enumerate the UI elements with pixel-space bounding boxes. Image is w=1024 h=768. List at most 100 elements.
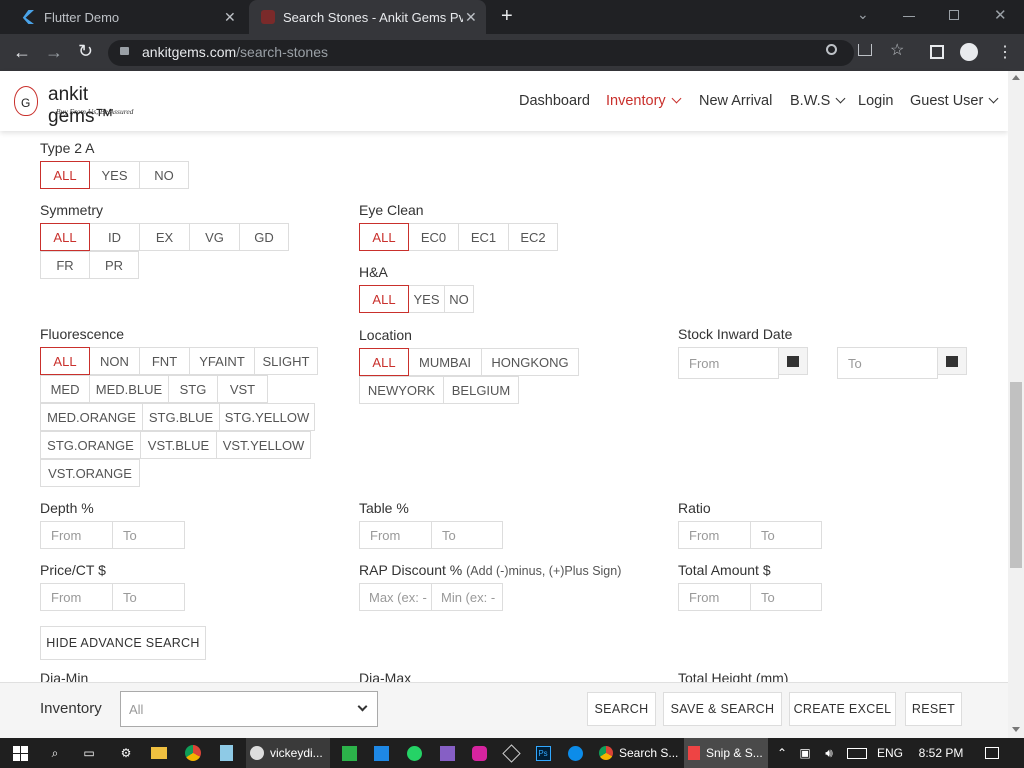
file-explorer-icon[interactable] bbox=[148, 738, 170, 768]
keyboard-icon[interactable] bbox=[845, 738, 869, 768]
total-amount-from-input[interactable]: From bbox=[678, 583, 751, 611]
symmetry-pr-chip[interactable]: PR bbox=[89, 251, 139, 279]
menu-kebab-icon[interactable]: ⋮ bbox=[997, 42, 1013, 62]
fluor-stgyellow-chip[interactable]: STG.YELLOW bbox=[219, 403, 315, 431]
close-icon[interactable]: ✕ bbox=[465, 9, 477, 26]
eye-clean-all-chip[interactable]: ALL bbox=[359, 223, 409, 251]
rap-min-input[interactable]: Min (ex: - bbox=[431, 583, 503, 611]
new-tab-icon[interactable]: + bbox=[501, 5, 513, 28]
nav-new-arrival[interactable]: New Arrival bbox=[699, 93, 772, 109]
spreadsheet-app-icon[interactable] bbox=[338, 738, 360, 768]
location-mumbai-chip[interactable]: MUMBAI bbox=[408, 348, 482, 376]
nav-login[interactable]: Login bbox=[858, 93, 893, 109]
notifications-icon[interactable] bbox=[980, 738, 1004, 768]
scroll-down-icon[interactable] bbox=[1012, 727, 1020, 732]
fluor-non-chip[interactable]: NON bbox=[89, 347, 140, 375]
location-belgium-chip[interactable]: BELGIUM bbox=[443, 376, 519, 404]
fluor-vstblue-chip[interactable]: VST.BLUE bbox=[140, 431, 217, 459]
stock-inward-from-input[interactable]: From bbox=[678, 347, 779, 379]
calendar-icon[interactable] bbox=[778, 347, 808, 375]
create-excel-button[interactable]: CREATE EXCEL bbox=[789, 692, 896, 726]
fluor-stgblue-chip[interactable]: STG.BLUE bbox=[142, 403, 220, 431]
table-to-input[interactable]: To bbox=[431, 521, 503, 549]
scrollbar-thumb[interactable] bbox=[1010, 382, 1022, 568]
fluor-vstyellow-chip[interactable]: VST.YELLOW bbox=[216, 431, 311, 459]
ha-no-chip[interactable]: NO bbox=[444, 285, 474, 313]
tab-search-chevron-icon[interactable]: ⌄ bbox=[857, 6, 869, 23]
back-icon[interactable]: ← bbox=[13, 42, 31, 63]
search-icon[interactable]: ⌕ bbox=[44, 738, 66, 768]
type2a-no-chip[interactable]: NO bbox=[139, 161, 189, 189]
save-and-search-button[interactable]: SAVE & SEARCH bbox=[663, 692, 782, 726]
photoshop-icon[interactable]: Ps bbox=[532, 738, 554, 768]
tab-flutter-demo[interactable]: Flutter Demo ✕ bbox=[8, 0, 245, 34]
tray-chevron-up-icon[interactable]: ⌃ bbox=[772, 738, 792, 768]
total-amount-to-input[interactable]: To bbox=[750, 583, 822, 611]
rap-max-input[interactable]: Max (ex: - bbox=[359, 583, 432, 611]
nav-dashboard[interactable]: Dashboard bbox=[519, 93, 590, 109]
fluor-stg-chip[interactable]: STG bbox=[168, 375, 218, 403]
taskbar-app-snip-sketch[interactable]: Snip & S... bbox=[684, 738, 768, 768]
fluor-medblue-chip[interactable]: MED.BLUE bbox=[89, 375, 169, 403]
scroll-up-icon[interactable] bbox=[1012, 75, 1020, 80]
cube-app-icon[interactable] bbox=[500, 738, 522, 768]
nav-inventory[interactable]: Inventory bbox=[606, 93, 682, 109]
side-panel-icon[interactable] bbox=[930, 45, 944, 59]
eye-clean-ec2-chip[interactable]: EC2 bbox=[508, 223, 558, 251]
reload-icon[interactable]: ↻ bbox=[78, 41, 93, 62]
vscode-icon[interactable] bbox=[370, 738, 392, 768]
page-scrollbar[interactable] bbox=[1008, 71, 1024, 738]
fluor-slight-chip[interactable]: SLIGHT bbox=[254, 347, 318, 375]
fluor-yfaint-chip[interactable]: YFAINT bbox=[189, 347, 255, 375]
task-view-icon[interactable]: ▭ bbox=[78, 738, 100, 768]
fluor-medorange-chip[interactable]: MED.ORANGE bbox=[40, 403, 143, 431]
fluor-vstorange-chip[interactable]: VST.ORANGE bbox=[40, 459, 140, 487]
price-to-input[interactable]: To bbox=[112, 583, 185, 611]
table-from-input[interactable]: From bbox=[359, 521, 432, 549]
share-icon[interactable] bbox=[858, 44, 872, 56]
symmetry-vg-chip[interactable]: VG bbox=[189, 223, 240, 251]
hide-advance-search-button[interactable]: HIDE ADVANCE SEARCH bbox=[40, 626, 206, 660]
calendar-icon[interactable] bbox=[937, 347, 967, 375]
notepad-icon[interactable] bbox=[215, 738, 237, 768]
settings-gear-icon[interactable]: ⚙ bbox=[115, 738, 137, 768]
stock-inward-to-input[interactable]: To bbox=[837, 347, 938, 379]
edge-icon[interactable] bbox=[564, 738, 586, 768]
eye-clean-ec1-chip[interactable]: EC1 bbox=[458, 223, 509, 251]
window-close-icon[interactable]: ✕ bbox=[994, 6, 1007, 24]
system-clock[interactable]: 8:52 PM bbox=[914, 738, 968, 768]
search-icon[interactable] bbox=[826, 44, 837, 55]
price-from-input[interactable]: From bbox=[40, 583, 113, 611]
language-indicator[interactable]: ENG bbox=[873, 738, 907, 768]
restore-icon[interactable] bbox=[949, 10, 959, 20]
symmetry-fr-chip[interactable]: FR bbox=[40, 251, 90, 279]
chrome-icon[interactable] bbox=[182, 738, 204, 768]
eye-clean-ec0-chip[interactable]: EC0 bbox=[408, 223, 459, 251]
network-icon[interactable]: ▣ bbox=[796, 738, 814, 768]
fluor-fnt-chip[interactable]: FNT bbox=[139, 347, 190, 375]
inventory-select[interactable]: All bbox=[120, 691, 378, 727]
fluor-all-chip[interactable]: ALL bbox=[40, 347, 90, 375]
windows-start-icon[interactable] bbox=[8, 738, 32, 768]
ratio-to-input[interactable]: To bbox=[750, 521, 822, 549]
symmetry-gd-chip[interactable]: GD bbox=[239, 223, 289, 251]
depth-to-input[interactable]: To bbox=[112, 521, 185, 549]
depth-from-input[interactable]: From bbox=[40, 521, 113, 549]
symmetry-all-chip[interactable]: ALL bbox=[40, 223, 90, 251]
instagram-icon[interactable] bbox=[468, 738, 490, 768]
symmetry-id-chip[interactable]: ID bbox=[89, 223, 140, 251]
tab-search-stones[interactable]: Search Stones - Ankit Gems Pvt. L ✕ bbox=[249, 0, 486, 34]
reset-button[interactable]: RESET bbox=[905, 692, 962, 726]
fluor-med-chip[interactable]: MED bbox=[40, 375, 90, 403]
profile-avatar-icon[interactable] bbox=[960, 43, 978, 61]
volume-icon[interactable]: 🔊︎ bbox=[820, 738, 838, 768]
location-hongkong-chip[interactable]: HONGKONG bbox=[481, 348, 579, 376]
ratio-from-input[interactable]: From bbox=[678, 521, 751, 549]
type2a-all-chip[interactable]: ALL bbox=[40, 161, 90, 189]
nav-guest-user[interactable]: Guest User bbox=[910, 93, 999, 109]
search-button[interactable]: SEARCH bbox=[587, 692, 656, 726]
fluor-vst-chip[interactable]: VST bbox=[217, 375, 268, 403]
ha-yes-chip[interactable]: YES bbox=[408, 285, 445, 313]
symmetry-ex-chip[interactable]: EX bbox=[139, 223, 190, 251]
location-newyork-chip[interactable]: NEWYORK bbox=[359, 376, 444, 404]
